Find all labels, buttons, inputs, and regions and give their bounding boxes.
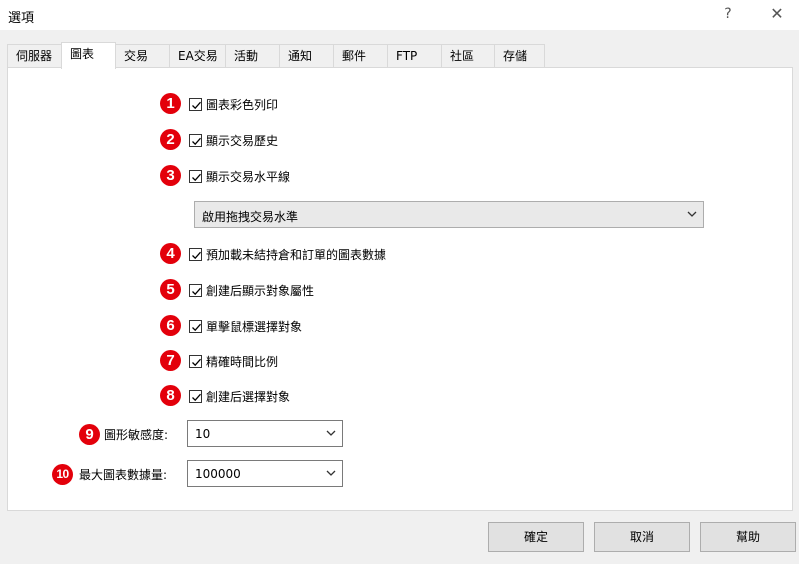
checkmark-icon — [192, 251, 201, 260]
checkbox-show-trade-levels[interactable] — [189, 170, 202, 183]
badge-4: 4 — [160, 243, 181, 264]
chevron-down-icon — [326, 430, 336, 436]
drag-trade-levels-select[interactable]: 啟用拖拽交易水準 — [194, 201, 704, 228]
tab-community[interactable]: 社區 — [441, 44, 495, 68]
checkbox-show-object-properties[interactable] — [189, 284, 202, 297]
badge-1: 1 — [160, 93, 181, 114]
checkmark-icon — [192, 173, 201, 182]
tab-storage[interactable]: 存儲 — [494, 44, 545, 68]
close-icon[interactable]: ✕ — [762, 3, 792, 25]
graph-sensitivity-value: 10 — [195, 427, 211, 441]
label-color-print: 圖表彩色列印 — [206, 98, 279, 112]
label-select-after-create: 創建后選擇對象 — [206, 390, 291, 404]
charts-settings-panel: 1 圖表彩色列印 2 顯示交易歷史 3 顯示交易水平線 啟用拖拽交易水準 4 預… — [7, 67, 793, 511]
label-graph-sensitivity: 圖形敏感度: — [104, 428, 169, 442]
tab-notifications[interactable]: 通知 — [279, 44, 334, 68]
label-show-trade-history: 顯示交易歷史 — [206, 134, 279, 148]
label-precise-time-scale: 精確時間比例 — [206, 355, 279, 369]
checkmark-icon — [192, 323, 201, 332]
checkbox-select-after-create[interactable] — [189, 390, 202, 403]
drag-trade-levels-value: 啟用拖拽交易水準 — [202, 210, 299, 224]
tab-events[interactable]: 活動 — [225, 44, 280, 68]
window-title: 選項 — [8, 11, 35, 26]
max-bars-select[interactable]: 100000 — [187, 460, 343, 487]
max-bars-value: 100000 — [195, 467, 241, 481]
graph-sensitivity-select[interactable]: 10 — [187, 420, 343, 447]
tab-ftp[interactable]: FTP — [387, 44, 442, 68]
tab-email[interactable]: 郵件 — [333, 44, 388, 68]
label-single-click-select: 單擊鼠標選擇對象 — [206, 320, 303, 334]
badge-5: 5 — [160, 279, 181, 300]
label-max-bars: 最大圖表數據量: — [79, 468, 168, 482]
checkmark-icon — [192, 101, 201, 110]
badge-2: 2 — [160, 129, 181, 150]
checkbox-show-trade-history[interactable] — [189, 134, 202, 147]
help-button[interactable]: 幫助 — [700, 522, 796, 552]
checkmark-icon — [192, 358, 201, 367]
checkbox-single-click-select[interactable] — [189, 320, 202, 333]
chevron-down-icon — [687, 211, 697, 217]
chevron-down-icon — [326, 470, 336, 476]
cancel-button[interactable]: 取消 — [594, 522, 690, 552]
tab-strip: 伺服器 圖表 交易 EA交易 活動 通知 郵件 FTP 社區 存儲 — [7, 42, 792, 69]
tab-expert-advisors[interactable]: EA交易 — [169, 44, 226, 68]
checkmark-icon — [192, 137, 201, 146]
checkbox-precise-time-scale[interactable] — [189, 355, 202, 368]
tab-trade[interactable]: 交易 — [115, 44, 170, 68]
badge-10: 10 — [52, 464, 73, 485]
tab-server[interactable]: 伺服器 — [7, 44, 62, 68]
checkmark-icon — [192, 287, 201, 296]
title-bar: 選項 ? ✕ — [0, 0, 799, 30]
badge-7: 7 — [160, 350, 181, 371]
checkbox-preload-chart-data[interactable] — [189, 248, 202, 261]
help-icon[interactable]: ? — [716, 3, 740, 25]
label-show-object-properties: 創建后顯示對象屬性 — [206, 284, 315, 298]
badge-9: 9 — [79, 424, 100, 445]
checkmark-icon — [192, 393, 201, 402]
badge-6: 6 — [160, 315, 181, 336]
tab-charts[interactable]: 圖表 — [61, 42, 116, 69]
checkbox-color-print[interactable] — [189, 98, 202, 111]
badge-8: 8 — [160, 385, 181, 406]
label-show-trade-levels: 顯示交易水平線 — [206, 170, 291, 184]
badge-3: 3 — [160, 165, 181, 186]
label-preload-chart-data: 預加載未結持倉和訂單的圖表數據 — [206, 248, 387, 262]
ok-button[interactable]: 確定 — [488, 522, 584, 552]
